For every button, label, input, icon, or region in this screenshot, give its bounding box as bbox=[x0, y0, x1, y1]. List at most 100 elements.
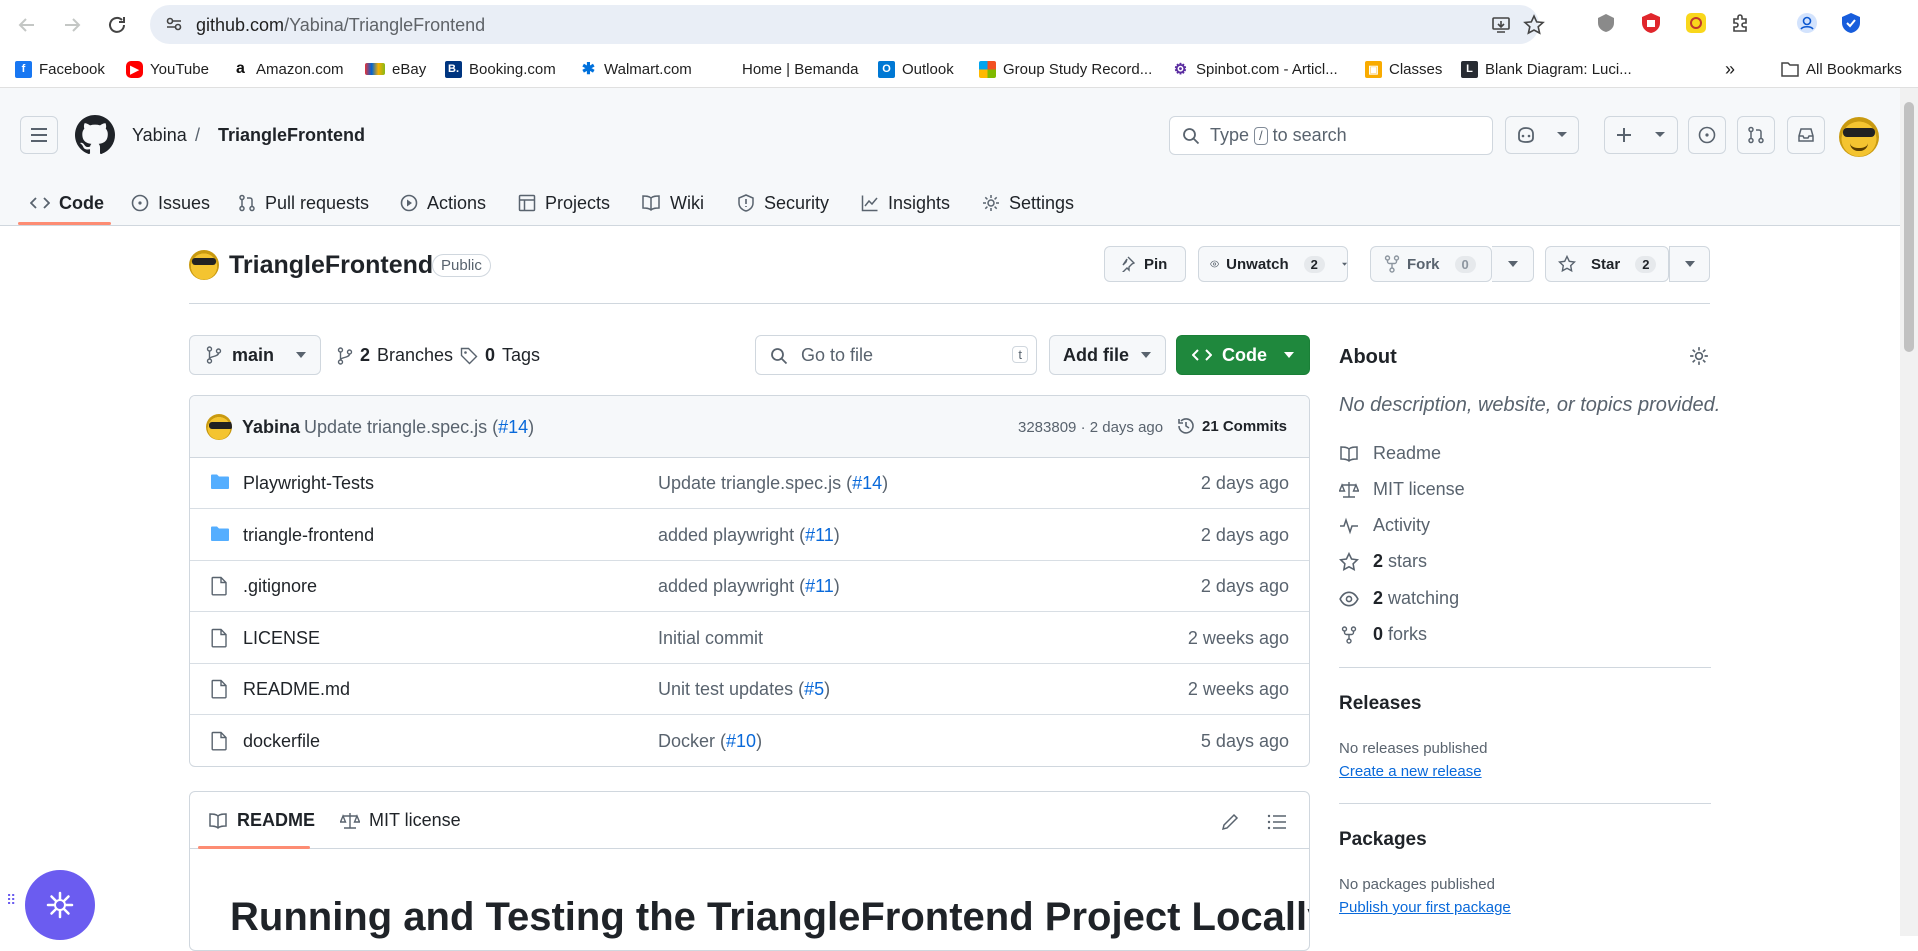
activity-link[interactable]: Activity bbox=[1339, 515, 1430, 536]
bookmark-star-icon[interactable] bbox=[1523, 14, 1545, 36]
add-file-button[interactable]: Add file bbox=[1049, 335, 1166, 375]
bookmark-bemanda[interactable]: Home | Bemanda bbox=[742, 59, 858, 79]
pencil-icon[interactable] bbox=[1220, 812, 1240, 832]
readme-link[interactable]: Readme bbox=[1339, 443, 1441, 464]
file-commit-pr-link[interactable]: #11 bbox=[805, 576, 834, 596]
extension-bitwarden-icon[interactable] bbox=[1839, 11, 1863, 35]
inbox-button[interactable] bbox=[1787, 116, 1825, 154]
forks-link[interactable]: 0 forks bbox=[1339, 624, 1427, 645]
branch-selector[interactable]: main bbox=[189, 335, 321, 375]
commit-author[interactable]: Yabina bbox=[242, 417, 300, 438]
branches-link[interactable]: 2 Branches bbox=[337, 345, 453, 366]
list-unordered-icon[interactable] bbox=[1267, 813, 1287, 831]
file-row[interactable]: Playwright-Tests Update triangle.spec.js … bbox=[190, 458, 1309, 509]
tab-code[interactable]: Code bbox=[30, 178, 104, 228]
bookmark-outlook[interactable]: O Outlook bbox=[878, 59, 954, 79]
extension-grammar-icon[interactable] bbox=[1684, 11, 1708, 35]
assistant-fab-button[interactable] bbox=[25, 870, 95, 940]
releases-title[interactable]: Releases bbox=[1339, 693, 1421, 715]
tab-pull-requests[interactable]: Pull requests bbox=[238, 178, 369, 228]
tags-link[interactable]: 0 Tags bbox=[460, 345, 540, 366]
pull-requests-button[interactable] bbox=[1737, 116, 1775, 154]
star-dropdown-button[interactable] bbox=[1669, 246, 1710, 282]
packages-title[interactable]: Packages bbox=[1339, 829, 1427, 851]
file-row[interactable]: triangle-frontend added playwright (#11) 2… bbox=[190, 510, 1309, 561]
copilot-button[interactable] bbox=[1505, 116, 1579, 154]
file-commit-pr-link[interactable]: #11 bbox=[805, 525, 834, 545]
file-name-link[interactable]: dockerfile bbox=[243, 731, 320, 752]
repo-title[interactable]: TriangleFrontend bbox=[229, 251, 433, 280]
file-name-link[interactable]: Playwright-Tests bbox=[243, 473, 374, 494]
address-bar[interactable]: github.com/Yabina/TriangleFrontend bbox=[150, 5, 1545, 44]
site-info-icon[interactable] bbox=[164, 14, 184, 39]
file-commit-message[interactable]: Unit test updates (#5) bbox=[658, 679, 830, 700]
drag-handle-icon[interactable]: ⠿ bbox=[6, 893, 17, 907]
profile-icon[interactable] bbox=[1795, 11, 1819, 35]
issues-button[interactable] bbox=[1688, 116, 1726, 154]
search-input[interactable]: Type / to search bbox=[1169, 116, 1493, 155]
bookmark-spinbot[interactable]: ⚙ Spinbot.com - Articl... bbox=[1172, 59, 1338, 79]
all-bookmarks-button[interactable]: All Bookmarks bbox=[1781, 59, 1902, 79]
file-commit-message[interactable]: Initial commit bbox=[658, 628, 763, 649]
tab-readme[interactable]: README bbox=[208, 810, 315, 831]
file-row[interactable]: .gitignore added playwright (#11) 2 days a… bbox=[190, 561, 1309, 612]
bookmark-lucid[interactable]: L Blank Diagram: Luci... bbox=[1461, 59, 1632, 79]
page-scrollbar[interactable] bbox=[1900, 88, 1918, 936]
file-commit-message[interactable]: Update triangle.spec.js (#14) bbox=[658, 473, 888, 494]
go-to-file-input[interactable]: Go to file t bbox=[755, 335, 1037, 375]
bookmark-group-study[interactable]: Group Study Record... bbox=[979, 59, 1152, 79]
repo-link[interactable]: TriangleFrontend bbox=[218, 125, 365, 146]
tab-wiki[interactable]: Wiki bbox=[641, 178, 704, 228]
commit-pr-link[interactable]: #14 bbox=[498, 417, 528, 437]
menu-button[interactable] bbox=[20, 116, 58, 154]
file-row[interactable]: LICENSE Initial commit 2 weeks ago bbox=[190, 613, 1309, 664]
reload-button[interactable] bbox=[100, 8, 134, 42]
tab-insights[interactable]: Insights bbox=[861, 178, 950, 228]
bookmark-youtube[interactable]: ▶ YouTube bbox=[126, 59, 209, 79]
file-commit-message[interactable]: added playwright (#11) bbox=[658, 525, 840, 546]
unwatch-button[interactable]: Unwatch 2 bbox=[1198, 246, 1348, 282]
stars-link[interactable]: 2 stars bbox=[1339, 551, 1427, 572]
watching-link[interactable]: 2 watching bbox=[1339, 588, 1459, 609]
file-name-link[interactable]: README.md bbox=[243, 679, 350, 700]
scrollbar-thumb[interactable] bbox=[1904, 102, 1914, 352]
bookmark-ebay[interactable]: eBay bbox=[365, 59, 426, 79]
extension-shield-icon[interactable] bbox=[1594, 11, 1618, 35]
gear-icon[interactable] bbox=[1689, 346, 1709, 366]
file-row[interactable]: dockerfile Docker (#10) 5 days ago bbox=[190, 716, 1309, 767]
owner-link[interactable]: Yabina bbox=[132, 125, 187, 146]
file-commit-message[interactable]: Docker (#10) bbox=[658, 731, 762, 752]
publish-package-link[interactable]: Publish your first package bbox=[1339, 899, 1511, 916]
file-commit-pr-link[interactable]: #14 bbox=[852, 473, 882, 493]
bookmarks-overflow-button[interactable]: » bbox=[1725, 59, 1735, 79]
star-button[interactable]: Star 2 bbox=[1545, 246, 1669, 282]
tab-projects[interactable]: Projects bbox=[518, 178, 610, 228]
commit-message[interactable]: Update triangle.spec.js (#14) bbox=[304, 417, 534, 438]
install-app-icon[interactable] bbox=[1490, 14, 1512, 36]
bookmark-amazon[interactable]: a Amazon.com bbox=[232, 59, 344, 79]
bookmark-facebook[interactable]: f Facebook bbox=[15, 59, 105, 79]
user-avatar[interactable] bbox=[1839, 117, 1879, 157]
fork-dropdown-button[interactable] bbox=[1492, 246, 1534, 282]
extensions-puzzle-icon[interactable] bbox=[1729, 11, 1753, 35]
file-name-link[interactable]: LICENSE bbox=[243, 628, 320, 649]
commit-meta[interactable]: 3283809 · 2 days ago bbox=[1018, 419, 1163, 436]
fork-button[interactable]: Fork 0 bbox=[1370, 246, 1492, 282]
tab-actions[interactable]: Actions bbox=[400, 178, 486, 228]
file-commit-pr-link[interactable]: #10 bbox=[726, 731, 756, 751]
forward-button[interactable] bbox=[55, 8, 89, 42]
tab-license[interactable]: MIT license bbox=[340, 810, 461, 831]
create-release-link[interactable]: Create a new release bbox=[1339, 763, 1482, 780]
back-button[interactable] bbox=[10, 8, 44, 42]
commits-history-link[interactable]: 21 Commits bbox=[1176, 416, 1287, 436]
file-name-link[interactable]: triangle-frontend bbox=[243, 525, 374, 546]
tab-issues[interactable]: Issues bbox=[131, 178, 210, 228]
file-name-link[interactable]: .gitignore bbox=[243, 576, 317, 597]
file-commit-message[interactable]: added playwright (#11) bbox=[658, 576, 840, 597]
github-logo-icon[interactable] bbox=[75, 115, 115, 160]
bookmark-classes[interactable]: ▣ Classes bbox=[1365, 59, 1442, 79]
license-link[interactable]: MIT license bbox=[1339, 479, 1465, 500]
file-row[interactable]: README.md Unit test updates (#5) 2 weeks a… bbox=[190, 664, 1309, 715]
bookmark-walmart[interactable]: ✱ Walmart.com bbox=[580, 59, 692, 79]
pin-button[interactable]: Pin bbox=[1104, 246, 1186, 282]
